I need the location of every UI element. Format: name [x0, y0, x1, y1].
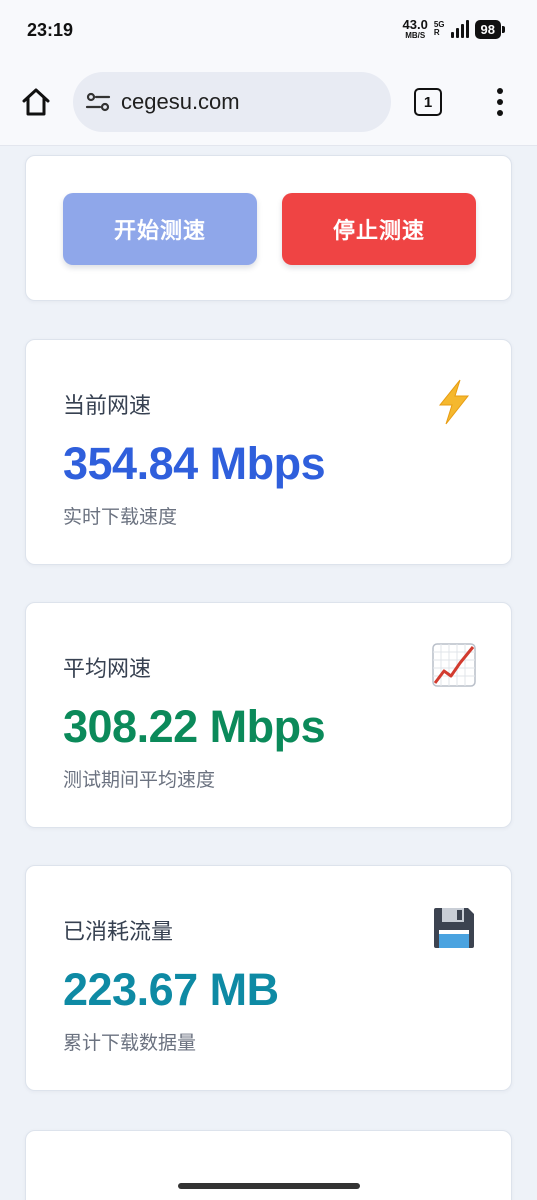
controls-card: 开始测速 停止测速: [25, 155, 512, 301]
current-speed-card: 当前网速 354.84 Mbps 实时下载速度: [25, 339, 512, 565]
data-usage-card: 已消耗流量 223.67 MB 累计下载数据量: [25, 865, 512, 1091]
data-usage-title: 已消耗流量: [63, 919, 174, 944]
battery-level: 98: [480, 21, 495, 37]
site-settings-icon[interactable]: [85, 89, 111, 115]
current-speed-subtitle: 实时下载速度: [63, 507, 178, 528]
current-speed-title: 当前网速: [63, 393, 152, 418]
floppy-disk-icon: [434, 908, 474, 948]
status-time: 23:19: [27, 20, 74, 40]
data-usage-value: 223.67 MB: [63, 964, 279, 1015]
battery-indicator: 98: [474, 19, 506, 39]
next-card: [25, 1130, 512, 1200]
home-icon: [22, 88, 50, 116]
signal-type: 5G R: [434, 21, 445, 37]
data-usage-subtitle: 累计下载数据量: [63, 1033, 197, 1054]
status-bar: 23:19 43.0 MB/S 5G R 98: [0, 0, 537, 62]
average-speed-value: 308.22 Mbps: [63, 701, 326, 752]
tabs-button[interactable]: 1: [414, 88, 442, 116]
chart-increasing-icon: [432, 643, 476, 687]
tab-count: 1: [423, 93, 433, 111]
stop-test-button[interactable]: 停止测速: [282, 193, 476, 265]
more-vert-icon[interactable]: [494, 86, 506, 118]
start-test-button[interactable]: 开始测速: [63, 193, 257, 265]
lightning-icon: [438, 379, 470, 425]
address-bar[interactable]: cegesu.com: [73, 72, 391, 132]
network-speed-value: 43.0: [402, 17, 428, 32]
average-speed-title: 平均网速: [63, 656, 152, 681]
status-indicators: 43.0 MB/S 5G R 98: [403, 18, 506, 40]
signal-type-bottom: R: [433, 28, 440, 37]
url-text[interactable]: cegesu.com: [121, 89, 240, 115]
current-speed-value: 354.84 Mbps: [63, 438, 326, 489]
network-speed-unit: MB/S: [405, 31, 426, 40]
average-speed-card: 平均网速 308.22 Mbps 测试期间平均速度: [25, 602, 512, 828]
network-speed-indicator: 43.0 MB/S: [403, 18, 428, 40]
home-button[interactable]: [20, 86, 52, 118]
average-speed-subtitle: 测试期间平均速度: [63, 770, 216, 791]
signal-strength-icon: [450, 20, 469, 38]
browser-toolbar: cegesu.com 1: [0, 62, 537, 146]
gesture-navigation-bar[interactable]: [178, 1183, 360, 1189]
